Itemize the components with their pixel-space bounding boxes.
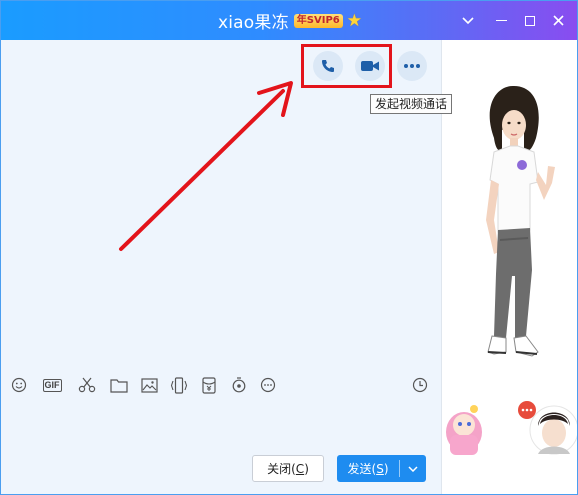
emoji-icon[interactable] (9, 375, 29, 395)
send-shortcut: S (376, 462, 384, 476)
send-label-end: ) (383, 462, 389, 476)
send-options-dropdown[interactable] (400, 465, 426, 472)
annotation-arrow (119, 81, 293, 251)
scissors-icon[interactable] (77, 375, 97, 395)
folder-icon[interactable] (109, 375, 129, 395)
send-label: 发送( (347, 462, 377, 476)
history-clock-icon[interactable] (410, 375, 430, 395)
send-button[interactable]: 发送(S) (337, 455, 426, 482)
red-packet-icon[interactable] (199, 375, 219, 395)
video-call-tooltip: 发起视频通话 (370, 94, 453, 114)
image-icon[interactable] (139, 375, 159, 395)
gif-label: GIF (42, 378, 62, 392)
close-shortcut: C (295, 461, 305, 476)
close-label-end: ) (304, 461, 309, 476)
send-label-group: 发送(S) (337, 460, 399, 477)
chat-window: xiao果冻 年SVIP6 ★ 发起视频通话 GIF 关闭(C) 发送(S) (0, 0, 578, 495)
close-label: 关闭( (267, 462, 296, 476)
gif-icon[interactable]: GIF (40, 375, 64, 395)
chevron-down-icon (408, 465, 418, 472)
input-toolbar: GIF (1, 371, 441, 399)
more-icon[interactable] (258, 375, 278, 395)
music-icon[interactable] (229, 375, 249, 395)
shake-icon[interactable] (169, 375, 189, 395)
close-chat-button[interactable]: 关闭(C) (252, 455, 324, 482)
